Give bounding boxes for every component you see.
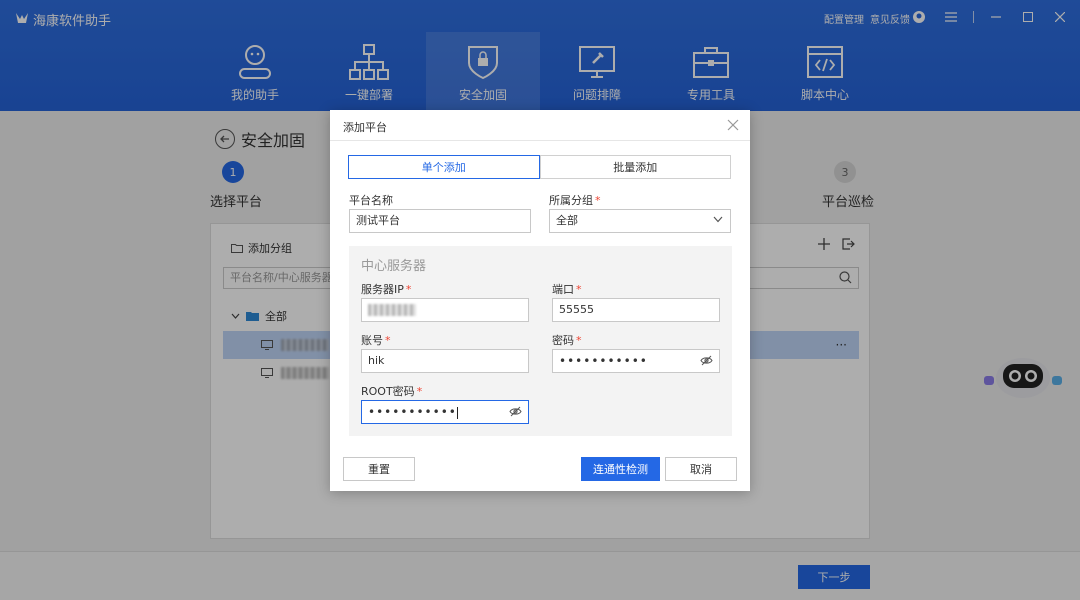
- dialog-title: 添加平台: [343, 121, 387, 134]
- central-server-section: 中心服务器 服务器IP * 端口 * 55555 账号 * hik 密码 * •••••…: [349, 246, 732, 436]
- add-platform-dialog: 添加平台 单个添加 批量添加 平台名称 测试平台 所属分组 * 全部 中心服务器 …: [330, 110, 750, 491]
- account-input[interactable]: hik: [361, 349, 529, 373]
- eye-off-icon[interactable]: [700, 355, 713, 366]
- cancel-button[interactable]: 取消: [665, 457, 737, 481]
- required-mark: *: [595, 194, 601, 207]
- platform-name-label: 平台名称: [349, 192, 393, 208]
- input-value: hik: [368, 354, 385, 367]
- password-label: 密码 *: [552, 332, 582, 348]
- label-text: 端口: [552, 283, 574, 296]
- add-mode-tabs: 单个添加 批量添加: [348, 155, 731, 179]
- input-value: •••••••••••: [368, 405, 457, 419]
- required-mark: *: [576, 283, 582, 296]
- connectivity-test-button[interactable]: 连通性检测: [581, 457, 660, 481]
- password-input[interactable]: •••••••••••: [552, 349, 720, 373]
- label-text: 所属分组: [549, 194, 593, 207]
- section-title: 中心服务器: [361, 259, 427, 274]
- close-icon[interactable]: [726, 118, 740, 132]
- tab-batch-add[interactable]: 批量添加: [539, 155, 731, 179]
- text-cursor: [456, 407, 458, 419]
- eye-off-icon[interactable]: [509, 406, 522, 417]
- label-text: 账号: [361, 334, 383, 347]
- input-value: 55555: [559, 303, 594, 316]
- reset-button[interactable]: 重置: [343, 457, 415, 481]
- port-input[interactable]: 55555: [552, 298, 720, 322]
- label-text: 密码: [552, 334, 574, 347]
- required-mark: *: [385, 334, 391, 347]
- label-text: 平台名称: [349, 194, 393, 207]
- input-value: 测试平台: [356, 214, 400, 227]
- server-ip-input[interactable]: [361, 298, 529, 322]
- label-text: ROOT密码: [361, 385, 415, 398]
- label-text: 服务器IP: [361, 283, 404, 296]
- dialog-divider: [330, 140, 750, 141]
- root-password-label: ROOT密码 *: [361, 383, 422, 399]
- select-value: 全部: [556, 214, 578, 227]
- group-select[interactable]: 全部: [549, 209, 731, 233]
- root-password-input[interactable]: •••••••••••: [361, 400, 529, 424]
- required-mark: *: [405, 283, 412, 296]
- account-label: 账号 *: [361, 332, 391, 348]
- required-mark: *: [416, 385, 423, 398]
- chevron-down-icon: [713, 216, 723, 223]
- tab-single-add[interactable]: 单个添加: [348, 155, 540, 179]
- group-label: 所属分组 *: [549, 192, 601, 208]
- platform-name-input[interactable]: 测试平台: [349, 209, 531, 233]
- required-mark: *: [576, 334, 582, 347]
- redacted-ip: [368, 304, 416, 316]
- input-value: •••••••••••: [559, 354, 648, 368]
- server-ip-label: 服务器IP *: [361, 281, 411, 297]
- port-label: 端口 *: [552, 281, 582, 297]
